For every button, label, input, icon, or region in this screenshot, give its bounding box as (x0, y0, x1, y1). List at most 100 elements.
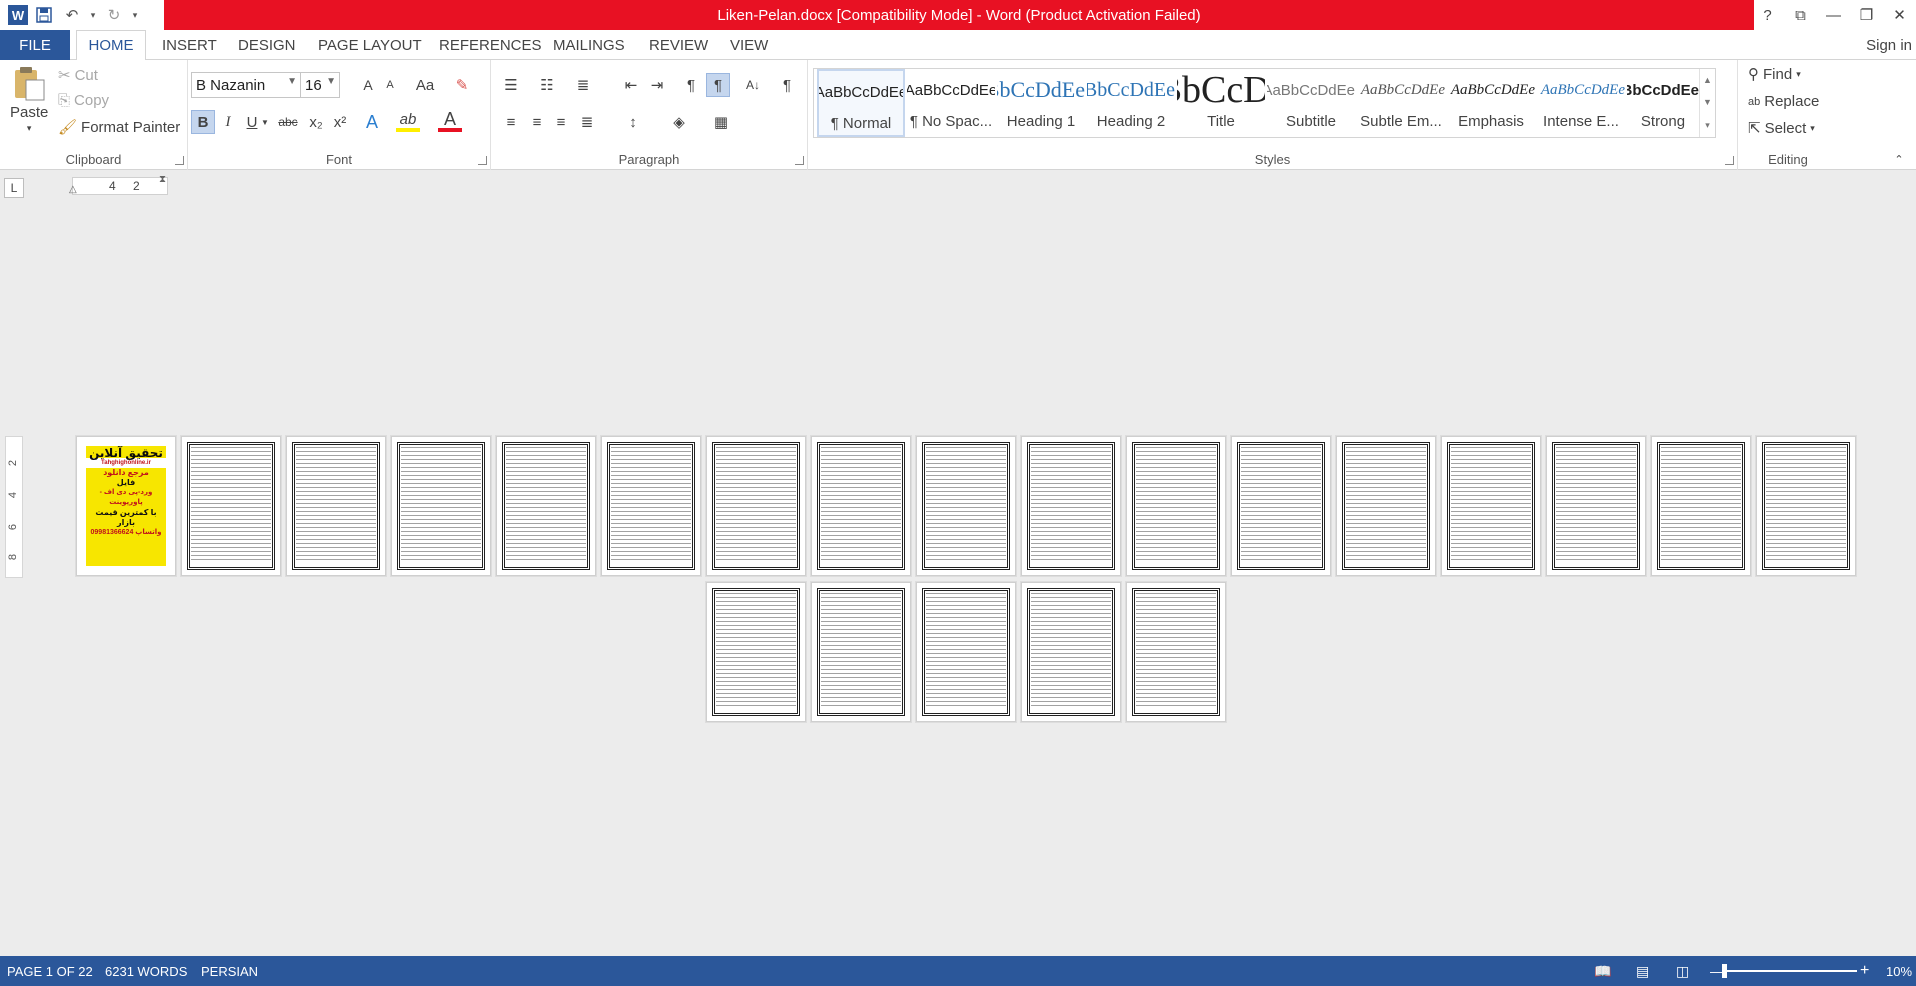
justify-icon[interactable]: ≣ (575, 110, 599, 134)
document-page[interactable] (1441, 436, 1541, 576)
document-page[interactable] (1021, 436, 1121, 576)
strikethrough-icon[interactable]: abc (274, 110, 302, 134)
shrink-font-icon[interactable]: A (378, 73, 402, 97)
text-effects-icon[interactable]: A (360, 110, 384, 134)
horizontal-ruler[interactable]: 4 2 △ ⧗ (69, 174, 168, 195)
ribbon-display-options-button[interactable]: ⧉ (1784, 0, 1817, 30)
underline-dropdown-icon[interactable]: ▼ (260, 110, 270, 134)
document-page[interactable] (601, 436, 701, 576)
document-page[interactable] (916, 582, 1016, 722)
document-page-cover[interactable]: تحقیق آنلاین Tahghighonline.ir مرجع دانل… (76, 436, 176, 576)
style-subtle-emphasis[interactable]: AaBbCcDdEe Subtle Em... (1357, 69, 1445, 137)
format-painter-button[interactable]: 🖌 Format Painter (58, 118, 180, 137)
restore-button[interactable]: ❐ (1850, 0, 1883, 30)
document-page[interactable] (391, 436, 491, 576)
bold-icon[interactable]: B (191, 110, 215, 134)
document-page[interactable] (706, 436, 806, 576)
shading-icon[interactable]: ◈ (667, 110, 691, 134)
align-center-icon[interactable]: ≡ (525, 110, 549, 134)
chevron-up-icon[interactable]: ▲ (1703, 75, 1712, 85)
tab-file[interactable]: FILE (0, 30, 70, 60)
tab-mailings[interactable]: MAILINGS (553, 30, 625, 60)
zoom-slider[interactable] (1727, 970, 1857, 972)
font-size-combo[interactable]: 16 ▼ (300, 72, 340, 98)
change-case-icon[interactable]: Aa (410, 73, 440, 97)
font-color-icon[interactable]: A (438, 109, 462, 132)
paste-dropdown-icon[interactable]: ▾ (27, 123, 32, 134)
replace-button[interactable]: ab Replace (1748, 93, 1819, 110)
style-intense-emphasis[interactable]: AaBbCcDdEe Intense E... (1537, 69, 1625, 137)
document-page[interactable] (916, 436, 1016, 576)
tab-page-layout[interactable]: PAGE LAYOUT (318, 30, 422, 60)
word-app-icon[interactable]: W (8, 5, 28, 25)
document-page[interactable] (1021, 582, 1121, 722)
close-button[interactable]: ✕ (1883, 0, 1916, 30)
document-page[interactable] (706, 582, 806, 722)
minimize-button[interactable]: — (1817, 0, 1850, 30)
font-dialog-launcher[interactable]: ↘ (478, 156, 487, 165)
sort-icon[interactable]: A↓ (741, 73, 765, 97)
chevron-down-icon[interactable]: ▼ (1703, 97, 1712, 107)
document-page[interactable] (811, 582, 911, 722)
clear-formatting-icon[interactable]: ✎ (450, 73, 474, 97)
style-subtitle[interactable]: AaBbCcDdEe Subtitle (1267, 69, 1355, 137)
style-heading-2[interactable]: AaBbCcDdEe Heading 2 (1087, 69, 1175, 137)
web-layout-icon[interactable]: ◫ (1676, 956, 1689, 986)
align-left-icon[interactable]: ≡ (499, 110, 523, 134)
more-styles-icon[interactable]: ▾ (1705, 120, 1710, 131)
document-page[interactable] (1126, 436, 1226, 576)
find-button[interactable]: ⚲ Find ▾ (1748, 65, 1801, 84)
document-page[interactable] (181, 436, 281, 576)
tab-insert[interactable]: INSERT (162, 30, 217, 60)
paste-button[interactable]: Paste ▾ (10, 66, 48, 134)
document-page[interactable] (1756, 436, 1856, 576)
line-spacing-icon[interactable]: ↕ (621, 110, 645, 134)
superscript-icon[interactable]: x² (328, 110, 352, 134)
subscript-icon[interactable]: x₂ (304, 110, 328, 134)
undo-icon[interactable]: ↶ (60, 3, 84, 27)
vertical-ruler[interactable]: 2 4 6 8 (5, 436, 23, 578)
save-icon[interactable] (32, 3, 56, 27)
help-button[interactable]: ? (1751, 0, 1784, 30)
ltr-direction-icon[interactable]: ¶ (679, 73, 703, 97)
decrease-indent-icon[interactable]: ⇤ (619, 73, 643, 97)
tab-view[interactable]: VIEW (730, 30, 768, 60)
first-line-indent-marker[interactable]: △ (69, 184, 77, 195)
document-page[interactable] (1336, 436, 1436, 576)
page-count[interactable]: PAGE 1 OF 22 (7, 956, 93, 986)
document-page[interactable] (286, 436, 386, 576)
collapse-ribbon-icon[interactable]: ⌃ (1890, 150, 1908, 168)
rtl-direction-icon[interactable]: ¶ (706, 73, 730, 97)
tab-design[interactable]: DESIGN (238, 30, 296, 60)
right-indent-marker[interactable]: ⧗ (159, 174, 166, 185)
zoom-slider-thumb[interactable] (1722, 964, 1727, 978)
print-layout-icon[interactable]: ▤ (1636, 956, 1649, 986)
document-page[interactable] (496, 436, 596, 576)
align-right-icon[interactable]: ≡ (549, 110, 573, 134)
tab-home[interactable]: HOME (76, 30, 146, 61)
paragraph-dialog-launcher[interactable]: ↘ (795, 156, 804, 165)
undo-dropdown-icon[interactable]: ▾ (88, 3, 98, 27)
document-page[interactable] (1651, 436, 1751, 576)
grow-font-icon[interactable]: A (356, 73, 380, 97)
document-page[interactable] (1126, 582, 1226, 722)
styles-gallery-scrollbar[interactable]: ▲ ▼ ▾ (1699, 69, 1715, 137)
clipboard-dialog-launcher[interactable]: ↘ (175, 156, 184, 165)
highlight-icon[interactable]: ab (396, 110, 420, 132)
language[interactable]: PERSIAN (201, 956, 258, 986)
customize-qat-icon[interactable]: ▾ (130, 3, 140, 27)
tab-selector[interactable]: L (4, 178, 24, 198)
style-normal[interactable]: AaBbCcDdEe ¶ Normal (817, 69, 905, 137)
increase-indent-icon[interactable]: ⇥ (645, 73, 669, 97)
copy-button[interactable]: ⎘ Copy (58, 92, 109, 109)
style-no-spacing[interactable]: AaBbCcDdEe ¶ No Spac... (907, 69, 995, 137)
document-page[interactable] (1231, 436, 1331, 576)
redo-icon[interactable]: ↻ (102, 3, 126, 27)
multilevel-list-icon[interactable]: ≣ (571, 73, 595, 97)
select-button[interactable]: ⇱ Select ▾ (1748, 119, 1815, 138)
cut-button[interactable]: ✂ Cut (58, 66, 98, 85)
style-emphasis[interactable]: AaBbCcDdEe Emphasis (1447, 69, 1535, 137)
font-name-combo[interactable]: B Nazanin ▼ (191, 72, 301, 98)
italic-icon[interactable]: I (216, 110, 240, 134)
borders-icon[interactable]: ▦ (709, 110, 733, 134)
